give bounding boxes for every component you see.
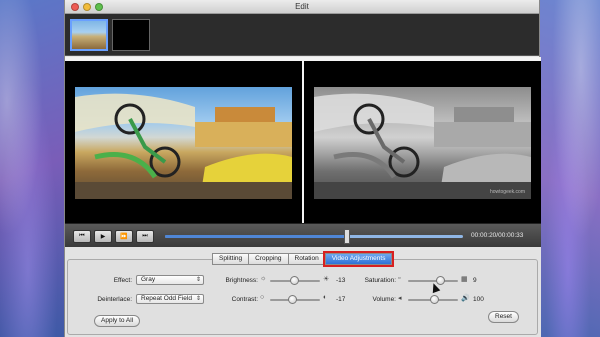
playback-controls: ⏮ ▶ ⏩ ⏭ 00:00:20/00:00:33 <box>65 223 541 247</box>
timeline-slider[interactable] <box>165 229 463 244</box>
brightness-slider[interactable] <box>270 276 320 285</box>
bicycle-sculpture-image <box>75 93 292 199</box>
contrast-label: Contrast: <box>231 296 258 303</box>
saturation-slider[interactable] <box>408 276 458 285</box>
original-video-frame <box>75 87 292 199</box>
edit-window: Edit howtogeek.com ⏮ ▶ ⏩ ⏭ 00:00:20/00:0… <box>64 0 541 337</box>
volume-low-icon: ◂ <box>398 295 402 302</box>
desktop-wallpaper-left <box>0 0 70 337</box>
volume-value: 100 <box>473 296 484 303</box>
volume-slider[interactable] <box>408 295 458 304</box>
chevron-updown-icon: ⇕ <box>195 296 201 302</box>
clip-thumbnail-2[interactable] <box>112 18 150 51</box>
video-adjustments-panel: Effect: Gray ⇕ Deinterlace: Repeat Odd F… <box>67 259 538 335</box>
close-window-icon[interactable] <box>71 3 79 11</box>
saturation-label: Saturation: <box>364 277 396 284</box>
deinterlace-label: Deinterlace: <box>97 296 132 303</box>
clip-thumbnail-1[interactable] <box>70 18 108 51</box>
zoom-window-icon[interactable] <box>95 3 103 11</box>
window-controls <box>71 3 103 11</box>
deinterlace-value: Repeat Odd Field <box>141 295 192 302</box>
deinterlace-select[interactable]: Repeat Odd Field ⇕ <box>136 294 204 304</box>
tab-video-adjustments[interactable]: Video Adjustments <box>322 251 395 267</box>
saturation-high-icon: ▦ <box>461 276 468 283</box>
contrast-slider-knob[interactable] <box>288 295 297 304</box>
adjusted-video-frame: howtogeek.com <box>314 87 531 199</box>
volume-label: Volume: <box>372 296 397 303</box>
play-icon: ▶ <box>100 234 106 240</box>
window-title: Edit <box>295 2 309 11</box>
settings-panel: Effect: Gray ⇕ Deinterlace: Repeat Odd F… <box>65 247 541 337</box>
timeline-progress <box>165 235 347 238</box>
desktop-wallpaper-right <box>536 0 600 337</box>
contrast-slider[interactable] <box>270 295 320 304</box>
tab-cropping[interactable]: Cropping <box>248 253 289 265</box>
effect-label: Effect: <box>113 277 132 284</box>
volume-slider-knob[interactable] <box>430 295 439 304</box>
minimize-window-icon[interactable] <box>83 3 91 11</box>
brightness-value: -13 <box>336 277 346 284</box>
contrast-high-icon: ◐ <box>323 294 328 301</box>
skip-end-icon: ⏭ <box>142 233 148 239</box>
contrast-low-icon: ○ <box>260 294 265 301</box>
volume-high-icon: 🔊 <box>461 295 470 302</box>
bicycle-sculpture-gray-image <box>314 93 531 199</box>
adjusted-preview: howtogeek.com <box>304 61 541 223</box>
fast-forward-icon: ⏩ <box>120 234 128 240</box>
timecode-display: 00:00:20/00:00:33 <box>471 232 524 239</box>
apply-to-all-button[interactable]: Apply to All <box>94 315 141 327</box>
effect-value: Gray <box>141 276 156 283</box>
play-button[interactable]: ▶ <box>94 230 112 243</box>
effect-select[interactable]: Gray ⇕ <box>136 275 204 285</box>
rewind-icon: ⏮ <box>79 233 85 239</box>
fast-forward-button[interactable]: ⏩ <box>115 230 133 243</box>
tab-splitting[interactable]: Splitting <box>212 253 250 265</box>
saturation-low-icon: ▫ <box>398 275 401 282</box>
brightness-label: Brightness: <box>225 277 258 284</box>
saturation-value: 9 <box>473 277 477 284</box>
title-bar[interactable]: Edit <box>65 0 539 14</box>
chevron-updown-icon: ⇕ <box>195 277 201 283</box>
original-preview <box>65 61 302 223</box>
tab-rotation[interactable]: Rotation <box>287 253 326 265</box>
brightness-slider-knob[interactable] <box>290 276 299 285</box>
rewind-button[interactable]: ⏮ <box>73 230 91 243</box>
watermark-text: howtogeek.com <box>489 189 525 195</box>
brightness-low-icon: ☼ <box>260 275 267 282</box>
reset-button[interactable]: Reset <box>488 311 519 323</box>
brightness-high-icon: ☀ <box>323 276 330 283</box>
edit-tabs: Splitting Cropping Rotation Video Adjust… <box>212 251 395 267</box>
playhead-handle[interactable] <box>343 229 350 244</box>
clip-thumbnail-strip <box>65 14 539 56</box>
preview-area: howtogeek.com <box>65 57 541 223</box>
skip-end-button[interactable]: ⏭ <box>136 230 154 243</box>
contrast-value: -17 <box>336 296 346 303</box>
